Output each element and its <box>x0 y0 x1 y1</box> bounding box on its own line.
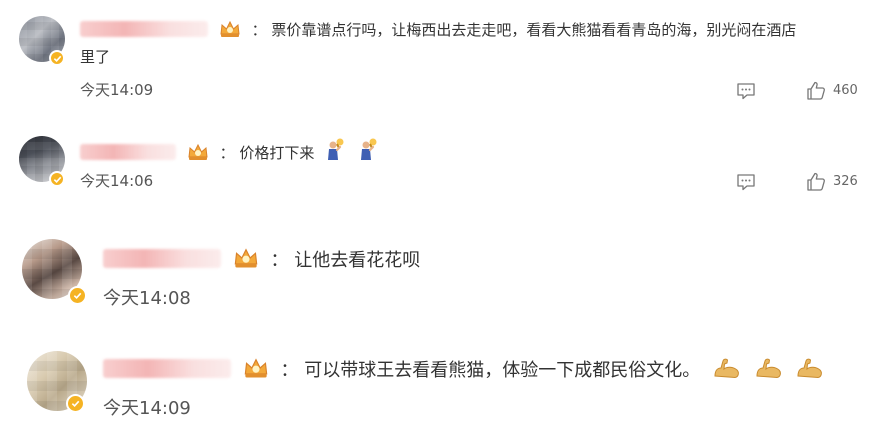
like-button[interactable]: 460 <box>806 81 858 100</box>
torch-bearer-emoji <box>358 138 380 166</box>
flexed-biceps-emoji <box>795 356 825 385</box>
timestamp: 今天14:08 <box>103 288 191 309</box>
comment-text-continued: 里了 <box>80 48 111 66</box>
comment-icon <box>737 174 755 191</box>
like-count: 326 <box>833 174 858 189</box>
reply-button[interactable] <box>736 173 756 191</box>
colon-separator: ： <box>270 250 289 271</box>
thumbs-up-icon <box>807 81 825 100</box>
username-blurred[interactable] <box>103 359 231 378</box>
colon-separator: ： <box>280 360 299 381</box>
verified-badge-icon <box>49 50 65 66</box>
timestamp: 今天14:09 <box>80 81 154 99</box>
timestamp: 今天14:09 <box>103 398 191 419</box>
comment-text: 让他去看花花呗 <box>294 250 421 271</box>
verified-badge-icon <box>66 394 85 413</box>
comment-text: 价格打下来 <box>239 144 315 162</box>
verified-badge-icon <box>68 286 87 305</box>
fan-crown-icon <box>187 143 209 165</box>
fan-crown-icon <box>233 247 259 274</box>
comment-first-line: ： 价格打下来 <box>80 138 380 166</box>
username-blurred[interactable] <box>80 144 176 160</box>
comment-first-line: ： 票价靠谱点行吗，让梅西出去走走吧，看看大熊猫看看青岛的海，别光闷在酒店 <box>80 19 796 42</box>
like-button[interactable]: 326 <box>806 172 858 191</box>
flexed-biceps-emoji <box>754 356 784 385</box>
verified-badge-icon <box>49 171 65 187</box>
comment-first-line: ： 让他去看花花呗 <box>103 246 420 274</box>
username-blurred[interactable] <box>103 249 221 268</box>
comment-first-line: ： 可以带球王去看看熊猫，体验一下成都民俗文化。 <box>103 356 825 385</box>
comment-item: ： 可以带球王去看看熊猫，体验一下成都民俗文化。 今天14:09 <box>0 335 874 436</box>
fan-crown-icon <box>219 20 241 42</box>
reply-button[interactable] <box>736 82 756 100</box>
comment-icon <box>737 83 755 100</box>
comment-item: ： 票价靠谱点行吗，让梅西出去走走吧，看看大熊猫看看青岛的海，别光闷在酒店 里了… <box>0 0 874 120</box>
torch-bearer-emoji <box>325 138 347 166</box>
comment-text: 可以带球王去看看熊猫，体验一下成都民俗文化。 <box>304 360 701 381</box>
colon-separator: ： <box>251 21 267 39</box>
fan-crown-icon <box>243 357 269 384</box>
thumbs-up-icon <box>807 172 825 191</box>
like-count: 460 <box>833 83 858 98</box>
timestamp: 今天14:06 <box>80 172 154 190</box>
comment-item: ： 让他去看花花呗 今天14:08 <box>0 225 874 325</box>
username-blurred[interactable] <box>80 21 208 37</box>
colon-separator: ： <box>219 144 235 162</box>
comment-text: 票价靠谱点行吗，让梅西出去走走吧，看看大熊猫看看青岛的海，别光闷在酒店 <box>271 21 797 39</box>
flexed-biceps-emoji <box>712 356 742 385</box>
comment-item: ： 价格打下来 今天14:06 326 <box>0 120 874 220</box>
